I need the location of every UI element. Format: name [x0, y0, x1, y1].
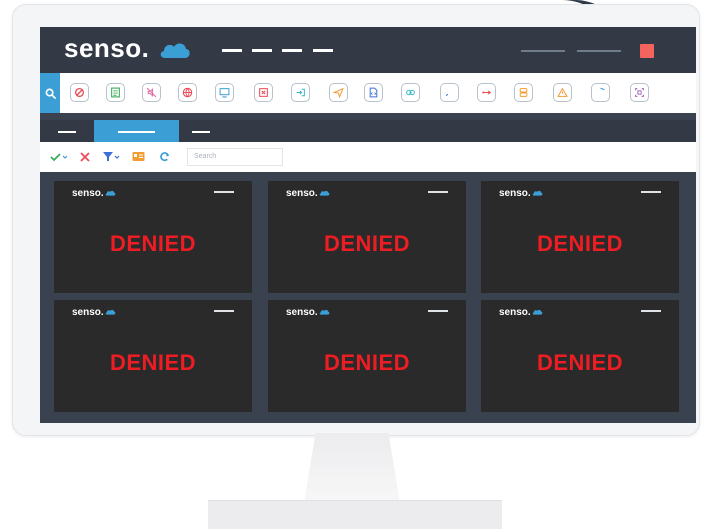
rocket-policy-button[interactable]	[440, 83, 459, 102]
tile-menu[interactable]	[214, 310, 234, 312]
tab-2[interactable]	[94, 120, 179, 142]
status-denied: DENIED	[536, 350, 624, 375]
cloud-icon	[319, 190, 330, 196]
filter-dropdown-icon[interactable]	[102, 151, 120, 162]
refresh-icon[interactable]	[159, 151, 170, 162]
remote-screen-policy-button[interactable]	[215, 83, 234, 102]
device-tile[interactable]: senso. DENIED	[481, 300, 679, 412]
tab-1[interactable]	[52, 120, 82, 142]
tile-brand-name: senso.	[286, 188, 318, 199]
device-tile[interactable]: senso. DENIED	[268, 300, 466, 412]
block-policy-button[interactable]	[70, 83, 89, 102]
device-tile[interactable]: senso. DENIED	[481, 181, 679, 293]
policy-toolbar	[40, 73, 696, 113]
tile-brand: senso.	[499, 188, 543, 199]
tile-brand: senso.	[72, 307, 116, 318]
cloud-icon	[532, 309, 543, 315]
tile-menu[interactable]	[641, 310, 661, 312]
tile-brand-name: senso.	[72, 188, 104, 199]
cloud-icon	[319, 309, 330, 315]
search-input[interactable]: Search	[187, 148, 283, 166]
tile-menu[interactable]	[214, 191, 234, 193]
search-button[interactable]	[40, 73, 60, 113]
status-denied: DENIED	[109, 231, 197, 256]
approve-dropdown-icon[interactable]	[50, 152, 68, 162]
login-policy-button[interactable]	[291, 83, 310, 102]
rocket-icon	[445, 93, 449, 97]
shield-icon	[600, 87, 605, 91]
file-code-icon	[369, 87, 378, 98]
tile-brand-name: senso.	[72, 307, 104, 318]
device-tile[interactable]: senso. DENIED	[268, 181, 466, 293]
cloud-icon	[160, 43, 190, 59]
checklist-policy-button[interactable]	[106, 83, 125, 102]
block-icon	[74, 87, 85, 98]
tile-brand: senso.	[286, 188, 330, 199]
search-icon	[45, 88, 56, 99]
tile-brand-name: senso.	[286, 307, 318, 318]
header-menu-2[interactable]	[577, 50, 621, 52]
status-denied: DENIED	[323, 350, 411, 375]
cloud-icon	[105, 309, 116, 315]
usb-icon	[482, 90, 492, 95]
tile-brand: senso.	[286, 307, 330, 318]
tile-brand-name: senso.	[499, 307, 531, 318]
globe-icon	[182, 87, 193, 98]
send-icon	[333, 87, 344, 98]
status-denied: DENIED	[109, 350, 197, 375]
monitor-stand	[304, 433, 400, 503]
tile-brand: senso.	[72, 188, 116, 199]
login-icon	[296, 88, 305, 97]
header-menu-1[interactable]	[521, 50, 565, 52]
usb-policy-button[interactable]	[477, 83, 496, 102]
send-policy-button[interactable]	[329, 83, 348, 102]
nav-item-2[interactable]	[252, 49, 272, 52]
nav-item-4[interactable]	[313, 49, 333, 52]
nav-item-1[interactable]	[222, 49, 242, 52]
id-card-icon[interactable]	[132, 151, 145, 162]
tile-brand-name: senso.	[499, 188, 531, 199]
device-tile[interactable]: senso. DENIED	[54, 300, 252, 412]
device-tile[interactable]: senso. DENIED	[54, 181, 252, 293]
tab-bar	[40, 120, 696, 142]
link-policy-button[interactable]	[401, 83, 420, 102]
globe-policy-button[interactable]	[178, 83, 197, 102]
brand-name: senso.	[64, 33, 150, 63]
cloud-icon	[105, 190, 116, 196]
nav-item-3[interactable]	[282, 49, 302, 52]
remote-screen-icon	[219, 88, 230, 98]
tile-menu[interactable]	[641, 191, 661, 193]
tile-menu[interactable]	[428, 310, 448, 312]
shield-policy-button[interactable]	[591, 83, 610, 102]
checklist-icon	[111, 87, 120, 98]
app-screen: senso. Search senso. DENIED senso. DENIE…	[40, 27, 696, 423]
tile-menu[interactable]	[428, 191, 448, 193]
top-bar: senso.	[40, 27, 696, 73]
scan-policy-button[interactable]	[630, 83, 649, 102]
scan-icon	[635, 88, 644, 97]
close-window-icon	[259, 88, 268, 97]
warning-policy-button[interactable]	[553, 83, 572, 102]
deny-icon[interactable]	[80, 152, 90, 162]
monitor-frame: senso. Search senso. DENIED senso. DENIE…	[12, 4, 700, 436]
monitor-base	[208, 500, 502, 529]
close-button[interactable]	[640, 44, 654, 58]
close-window-policy-button[interactable]	[254, 83, 273, 102]
brand-logo: senso.	[64, 33, 191, 64]
tab-3[interactable]	[186, 120, 216, 142]
server-icon	[519, 88, 528, 97]
tile-brand: senso.	[499, 307, 543, 318]
status-denied: DENIED	[323, 231, 411, 256]
warning-icon	[557, 87, 568, 97]
mute-policy-button[interactable]	[142, 83, 161, 102]
cloud-icon	[532, 190, 543, 196]
link-icon	[406, 89, 415, 96]
status-denied: DENIED	[536, 231, 624, 256]
server-policy-button[interactable]	[514, 83, 533, 102]
action-bar: Search	[40, 142, 696, 172]
file-code-policy-button[interactable]	[364, 83, 383, 102]
mute-icon	[146, 87, 157, 98]
